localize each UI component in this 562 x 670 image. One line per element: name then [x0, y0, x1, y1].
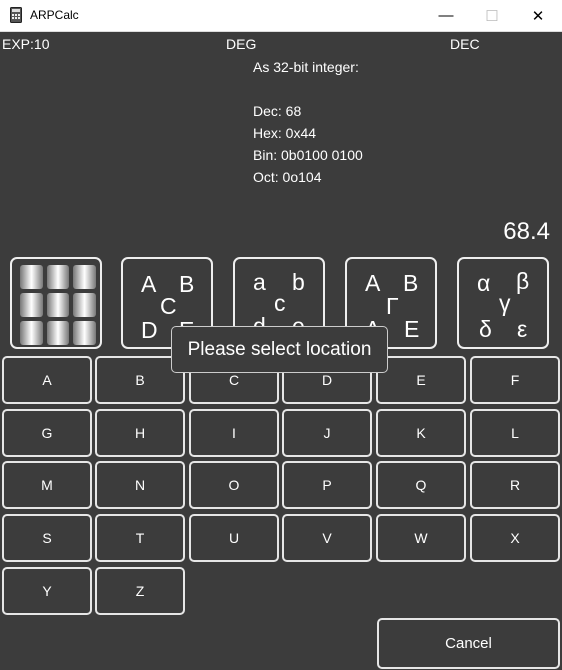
keypad-grid-icon [20, 265, 96, 345]
angle-mode-indicator: DEG [226, 36, 257, 52]
mode-glyph: Γ [386, 293, 399, 319]
key-j[interactable]: J [282, 409, 372, 457]
key-l[interactable]: L [470, 409, 560, 457]
select-location-tooltip: Please select location [171, 326, 388, 373]
info-hex: Hex: 0x44 [253, 125, 317, 141]
key-r[interactable]: R [470, 461, 560, 509]
key-x[interactable]: X [470, 514, 560, 562]
cancel-button[interactable]: Cancel [377, 618, 560, 669]
mode-glyph: Α [365, 270, 381, 296]
info-dec: Dec: 68 [253, 103, 302, 119]
mode-glyph: δ [479, 316, 492, 342]
minimize-button[interactable]: — [423, 0, 469, 31]
key-k[interactable]: K [376, 409, 466, 457]
greek-lowercase-mode-button[interactable]: α β γ δ ε [457, 257, 549, 349]
info-oct: Oct: 0o104 [253, 169, 322, 185]
mode-glyph: D [141, 317, 158, 343]
key-y[interactable]: Y [2, 567, 92, 615]
key-t[interactable]: T [95, 514, 185, 562]
key-u[interactable]: U [189, 514, 279, 562]
key-s[interactable]: S [2, 514, 92, 562]
key-z[interactable]: Z [95, 567, 185, 615]
key-w[interactable]: W [376, 514, 466, 562]
key-i[interactable]: I [189, 409, 279, 457]
key-m[interactable]: M [2, 461, 92, 509]
calculator-icon [10, 7, 22, 23]
info-heading: As 32-bit integer: [253, 59, 359, 75]
number-base-indicator: DEC [450, 36, 480, 52]
key-a[interactable]: A [2, 356, 92, 404]
mode-glyph: a [253, 269, 266, 295]
mode-glyph: b [292, 269, 305, 295]
key-e[interactable]: E [376, 356, 466, 404]
info-bin: Bin: 0b0100 0100 [253, 147, 363, 163]
mode-glyph: ε [517, 316, 528, 342]
title-bar: ARPCalc — ☐ ✕ [0, 0, 562, 32]
window-title: ARPCalc [30, 8, 79, 22]
mode-glyph: β [516, 268, 530, 294]
key-g[interactable]: G [2, 409, 92, 457]
key-f[interactable]: F [470, 356, 560, 404]
key-h[interactable]: H [95, 409, 185, 457]
mode-glyph: Ε [404, 316, 420, 342]
mode-glyph: B [179, 271, 195, 297]
integer-info-panel: As 32-bit integer: Dec: 68 Hex: 0x44 Bin: 0… [253, 56, 363, 188]
mode-glyph: C [160, 293, 177, 319]
key-n[interactable]: N [95, 461, 185, 509]
close-button[interactable]: ✕ [515, 0, 561, 31]
keypad-mode-button[interactable] [10, 257, 102, 349]
key-v[interactable]: V [282, 514, 372, 562]
key-q[interactable]: Q [376, 461, 466, 509]
mode-glyph: c [274, 290, 286, 316]
exponent-indicator: EXP:10 [2, 36, 50, 52]
mode-glyph: γ [499, 290, 511, 316]
mode-glyph: Β [403, 270, 419, 296]
key-p[interactable]: P [282, 461, 372, 509]
mode-glyph: α [477, 270, 491, 296]
display-value: 68.4 [503, 218, 550, 245]
maximize-button[interactable]: ☐ [469, 0, 515, 31]
key-o[interactable]: O [189, 461, 279, 509]
mode-glyph: A [141, 271, 157, 297]
